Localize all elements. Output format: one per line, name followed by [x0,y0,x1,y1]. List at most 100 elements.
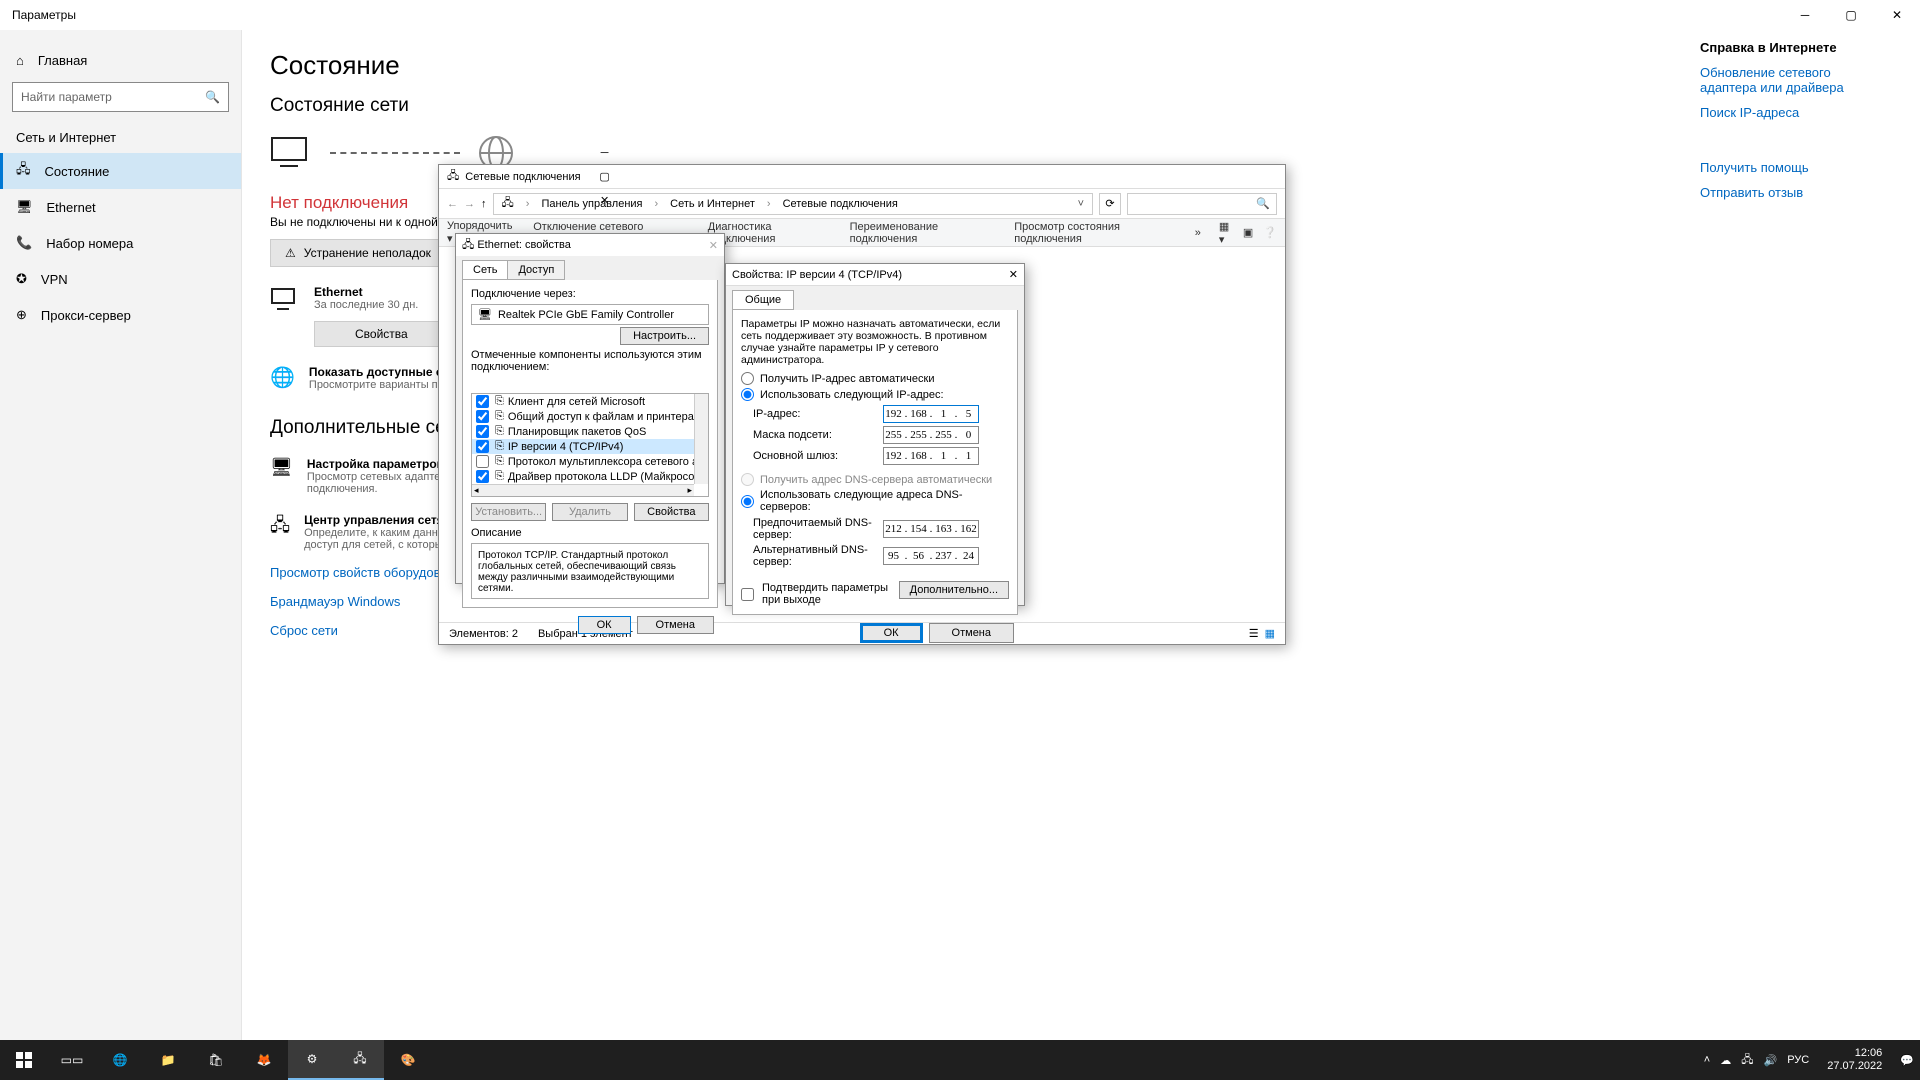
configure-button[interactable]: Настроить... [620,327,709,345]
nc-minimize[interactable]: ─ [587,141,623,165]
ip-address-label: IP-адрес: [753,408,883,420]
bc-dropdown[interactable]: ˅ [1074,198,1088,210]
start-button[interactable] [0,1040,48,1080]
tab-network[interactable]: Сеть [462,260,508,280]
link-feedback[interactable]: Отправить отзыв [1700,185,1890,200]
tray-chevron[interactable]: ˄ [1704,1054,1710,1066]
lang-indicator[interactable]: РУС [1787,1054,1809,1066]
eth-close[interactable]: ✕ [709,239,718,252]
eth-cancel-button[interactable]: Отмена [637,616,714,634]
component-row[interactable]: ⎘Общий доступ к файлам и принтерам для с… [472,409,708,424]
ip-ok-button[interactable]: ОК [860,623,923,643]
component-check[interactable] [476,440,489,453]
ip-address-field[interactable]: 192.168.1.5 [883,405,979,423]
bc-0[interactable]: Панель управления [537,198,646,210]
link-update-driver[interactable]: Обновление сетевого адаптера или драйвер… [1700,65,1890,95]
paint-icon[interactable]: 🎨 [384,1040,432,1080]
breadcrumb[interactable]: 🖧 ›Панель управления ›Сеть и Интернет ›С… [493,193,1094,215]
troubleshoot-button[interactable]: ⚠ Устранение неполадок [270,239,446,267]
store-icon[interactable]: 🛍 [192,1040,240,1080]
tb-more[interactable]: » [1195,227,1201,239]
clock[interactable]: 12:06 27.07.2022 [1819,1047,1890,1073]
gateway-field[interactable]: 192.168.1.1 [883,447,979,465]
properties-button[interactable]: Свойства [314,321,449,347]
preferred-dns-field[interactable]: 212.154.163.162 [883,520,979,538]
help-icon[interactable]: ❔ [1263,226,1277,239]
component-row[interactable]: ⎘Драйвер протокола LLDP (Майкрософт) [472,469,708,484]
component-check[interactable] [476,410,489,423]
tab-access[interactable]: Доступ [507,260,565,280]
component-row[interactable]: ⎘Планировщик пакетов QoS [472,424,708,439]
link-find-ip[interactable]: Поиск IP-адреса [1700,105,1890,120]
radio-auto-ip[interactable]: Получить IP-адрес автоматически [741,372,1009,385]
nav-proxy[interactable]: ⊕Прокси-сервер [0,297,241,333]
view-icon[interactable]: ▦ ▾ [1219,220,1233,246]
component-check[interactable] [476,395,489,408]
explorer-task-icon[interactable]: 🖧 [336,1040,384,1080]
ip-cancel-button[interactable]: Отмена [929,623,1014,643]
validate-checkbox[interactable]: Подтвердить параметры при выходе [741,582,899,606]
component-row[interactable]: ⎘IP версии 4 (TCP/IPv4) [472,439,708,454]
view-details-icon[interactable]: ☰ [1249,627,1259,640]
alternate-dns-field[interactable]: 95.56.237.24 [883,547,979,565]
settings-task-icon[interactable]: ⚙ [288,1040,336,1080]
tb-diagnose[interactable]: Диагностика подключения [708,221,832,245]
search-input[interactable]: Найти параметр 🔍 [12,82,229,112]
advanced-button[interactable]: Дополнительно... [899,581,1009,599]
ethernet-icon: 🖥 [16,199,33,215]
tab-general[interactable]: Общие [732,290,794,310]
bc-2[interactable]: Сетевые подключения [779,198,902,210]
view-tiles-icon[interactable]: ▦ [1265,627,1275,640]
pc-icon [270,136,314,170]
scrollbar-v[interactable] [694,394,708,484]
eth-title-icon: 🖧 [462,239,474,251]
nc-maximize[interactable]: ▢ [587,165,623,189]
subnet-mask-field[interactable]: 255.255.255.0 [883,426,979,444]
component-check[interactable] [476,470,489,483]
components-list[interactable]: ⎘Клиент для сетей Microsoft⎘Общий доступ… [471,393,709,497]
radio-manual-dns[interactable]: Использовать следующие адреса DNS-сервер… [741,489,1009,513]
ethernet-properties-dialog: 🖧 Ethernet: свойства ✕ Сеть Доступ Подкл… [455,233,725,584]
edge-icon[interactable]: 🌐 [96,1040,144,1080]
taskview-button[interactable]: ▭▭ [48,1040,96,1080]
nav-dialup[interactable]: 📞Набор номера [0,225,241,261]
remove-button[interactable]: Удалить [552,503,627,521]
nav-status[interactable]: 🖧Состояние [0,153,241,189]
volume-icon[interactable]: 🔊 [1764,1054,1778,1067]
component-check[interactable] [476,425,489,438]
action-center-icon[interactable]: 💬 [1900,1054,1914,1067]
component-row[interactable]: ⎘Протокол мультиплексора сетевого адапте… [472,454,708,469]
radio-manual-ip[interactable]: Использовать следующий IP-адрес: [741,388,1009,401]
onedrive-icon[interactable]: ☁ [1720,1054,1731,1067]
bc-1[interactable]: Сеть и Интернет [666,198,759,210]
network-tray-icon[interactable]: 🖧 [1741,1051,1753,1070]
component-row[interactable]: ⎘Клиент для сетей Microsoft [472,394,708,409]
breadcrumb-icon: 🖧 [498,194,518,213]
tb-status[interactable]: Просмотр состояния подключения [1014,221,1177,245]
explorer-icon[interactable]: 📁 [144,1040,192,1080]
maximize-button[interactable]: ▢ [1828,0,1874,30]
components-label: Отмеченные компоненты используются этим … [471,345,709,373]
refresh-button[interactable]: ⟳ [1099,193,1121,215]
install-button[interactable]: Установить... [471,503,546,521]
nc-search[interactable]: 🔍 [1127,193,1277,215]
ip-close[interactable]: ✕ [1009,268,1018,281]
component-props-button[interactable]: Свойства [634,503,709,521]
nav-vpn[interactable]: ✪VPN [0,261,241,297]
close-button[interactable]: ✕ [1874,0,1920,30]
component-check[interactable] [476,455,489,468]
minimize-button[interactable]: ─ [1782,0,1828,30]
nav-ethernet[interactable]: 🖥Ethernet [0,189,241,225]
nav-home[interactable]: ⌂ Главная [0,42,241,78]
eth-title-text: Ethernet: свойства [477,239,571,251]
component-icon: ⎘ [495,440,504,453]
tb-rename[interactable]: Переименование подключения [850,221,997,245]
eth-ok-button[interactable]: ОК [578,616,631,634]
firefox-icon[interactable]: 🦊 [240,1040,288,1080]
scrollbar-h[interactable]: ◂▸ [472,484,694,496]
nav-up[interactable]: ↑ [481,198,487,210]
nav-forward[interactable]: → [464,198,475,210]
link-get-help[interactable]: Получить помощь [1700,160,1890,175]
preview-icon[interactable]: ▣ [1243,226,1253,239]
nav-back[interactable]: ← [447,198,458,210]
